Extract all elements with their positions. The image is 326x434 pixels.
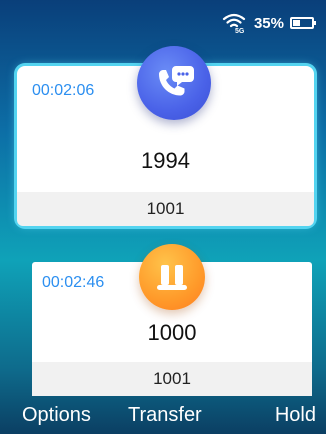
phone-chat-icon [159,66,194,96]
battery-percent: 35% [253,14,284,32]
battery-icon [290,17,316,29]
softkey-bar: Options Transfer Hold [0,396,326,434]
battery-level-fill [293,20,300,26]
network-label: 5G [235,28,245,34]
pause-handset-icon [157,265,187,290]
hold-softkey[interactable]: Hold [275,404,316,427]
status-bar: 5G 35% [0,0,326,46]
transfer-softkey[interactable]: Transfer [128,404,202,427]
held-call-timer: 00:02:46 [42,274,105,291]
active-call-line: 1001 [17,192,314,226]
active-call-number: 1994 [141,148,190,173]
wifi-5g-icon: 5G [222,13,246,34]
held-call-number: 1000 [147,320,197,345]
held-call-line: 1001 [32,362,312,396]
options-softkey[interactable]: Options [22,404,91,427]
active-call-icon [137,46,211,120]
active-call-timer: 00:02:06 [32,82,95,99]
hold-pause-icon [139,244,205,310]
